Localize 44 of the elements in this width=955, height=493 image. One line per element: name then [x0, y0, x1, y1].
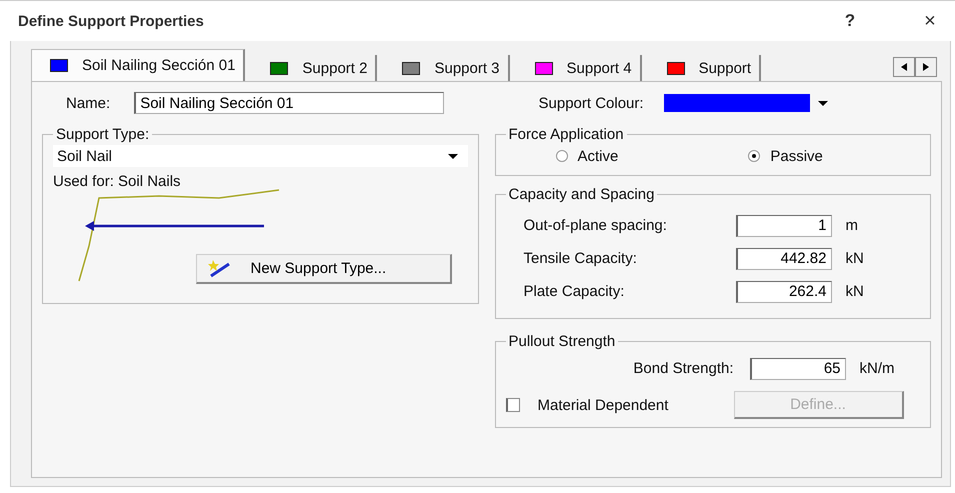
- tab-label: Support 4: [566, 60, 632, 76]
- support-colour-label: Support Colour:: [538, 94, 644, 112]
- field-label: Bond Strength:: [632, 360, 734, 377]
- number-field[interactable]: 1: [736, 214, 832, 236]
- used-for-text: Used for: Soil Nails: [53, 173, 182, 190]
- scroll-right-button[interactable]: [915, 57, 937, 77]
- material-dependent-checkbox[interactable]: Material Dependent: [506, 396, 734, 414]
- field-label: Out-of-plane spacing:: [522, 217, 668, 234]
- number-field[interactable]: 65: [750, 358, 846, 380]
- close-button[interactable]: ×: [905, 6, 955, 36]
- caret-icon: [818, 100, 828, 106]
- caret-icon: [448, 154, 458, 158]
- radio-option[interactable]: Passive: [748, 148, 823, 164]
- unit-label: kN: [846, 250, 864, 267]
- tab-label: Soil Nailing Sección 01: [82, 57, 236, 74]
- scroll-left-button[interactable]: [893, 57, 915, 77]
- radio-button[interactable]: [748, 150, 760, 162]
- group-title: Force Application: [508, 126, 625, 143]
- number-field[interactable]: 262.4: [736, 280, 832, 302]
- group-title: Capacity and Spacing: [508, 186, 656, 203]
- tab-label: Support 3: [434, 60, 500, 76]
- group-title: Pullout Strength: [508, 333, 616, 350]
- window-title: Define Support Properties: [18, 12, 205, 30]
- tab-label: Support: [698, 60, 752, 76]
- field-label: Tensile Capacity:: [522, 250, 638, 267]
- name-field[interactable]: Soil Nailing Sección 01: [134, 92, 444, 114]
- unit-label: m: [846, 217, 858, 234]
- name-label: Name:: [66, 94, 110, 112]
- wand-icon: [206, 258, 232, 278]
- group-title: Support Type:: [55, 126, 150, 143]
- tab[interactable]: Soil Nailing Sección 01: [31, 49, 246, 81]
- checkbox[interactable]: [506, 398, 520, 412]
- number-field[interactable]: 442.82: [736, 248, 832, 270]
- radio-button[interactable]: [556, 150, 568, 162]
- help-button[interactable]: ?: [825, 6, 875, 36]
- new-support-type-button[interactable]: New Support Type...: [196, 254, 452, 284]
- unit-label: kN: [846, 283, 864, 300]
- field-label: Plate Capacity:: [522, 283, 626, 300]
- tab-label: Support 2: [302, 60, 368, 76]
- radio-option[interactable]: Active: [556, 148, 618, 164]
- unit-label: kN/m: [860, 360, 894, 377]
- support-type-dropdown[interactable]: Soil Nail: [53, 145, 468, 167]
- right-arrow-icon: [923, 63, 929, 71]
- left-arrow-icon: [901, 63, 907, 71]
